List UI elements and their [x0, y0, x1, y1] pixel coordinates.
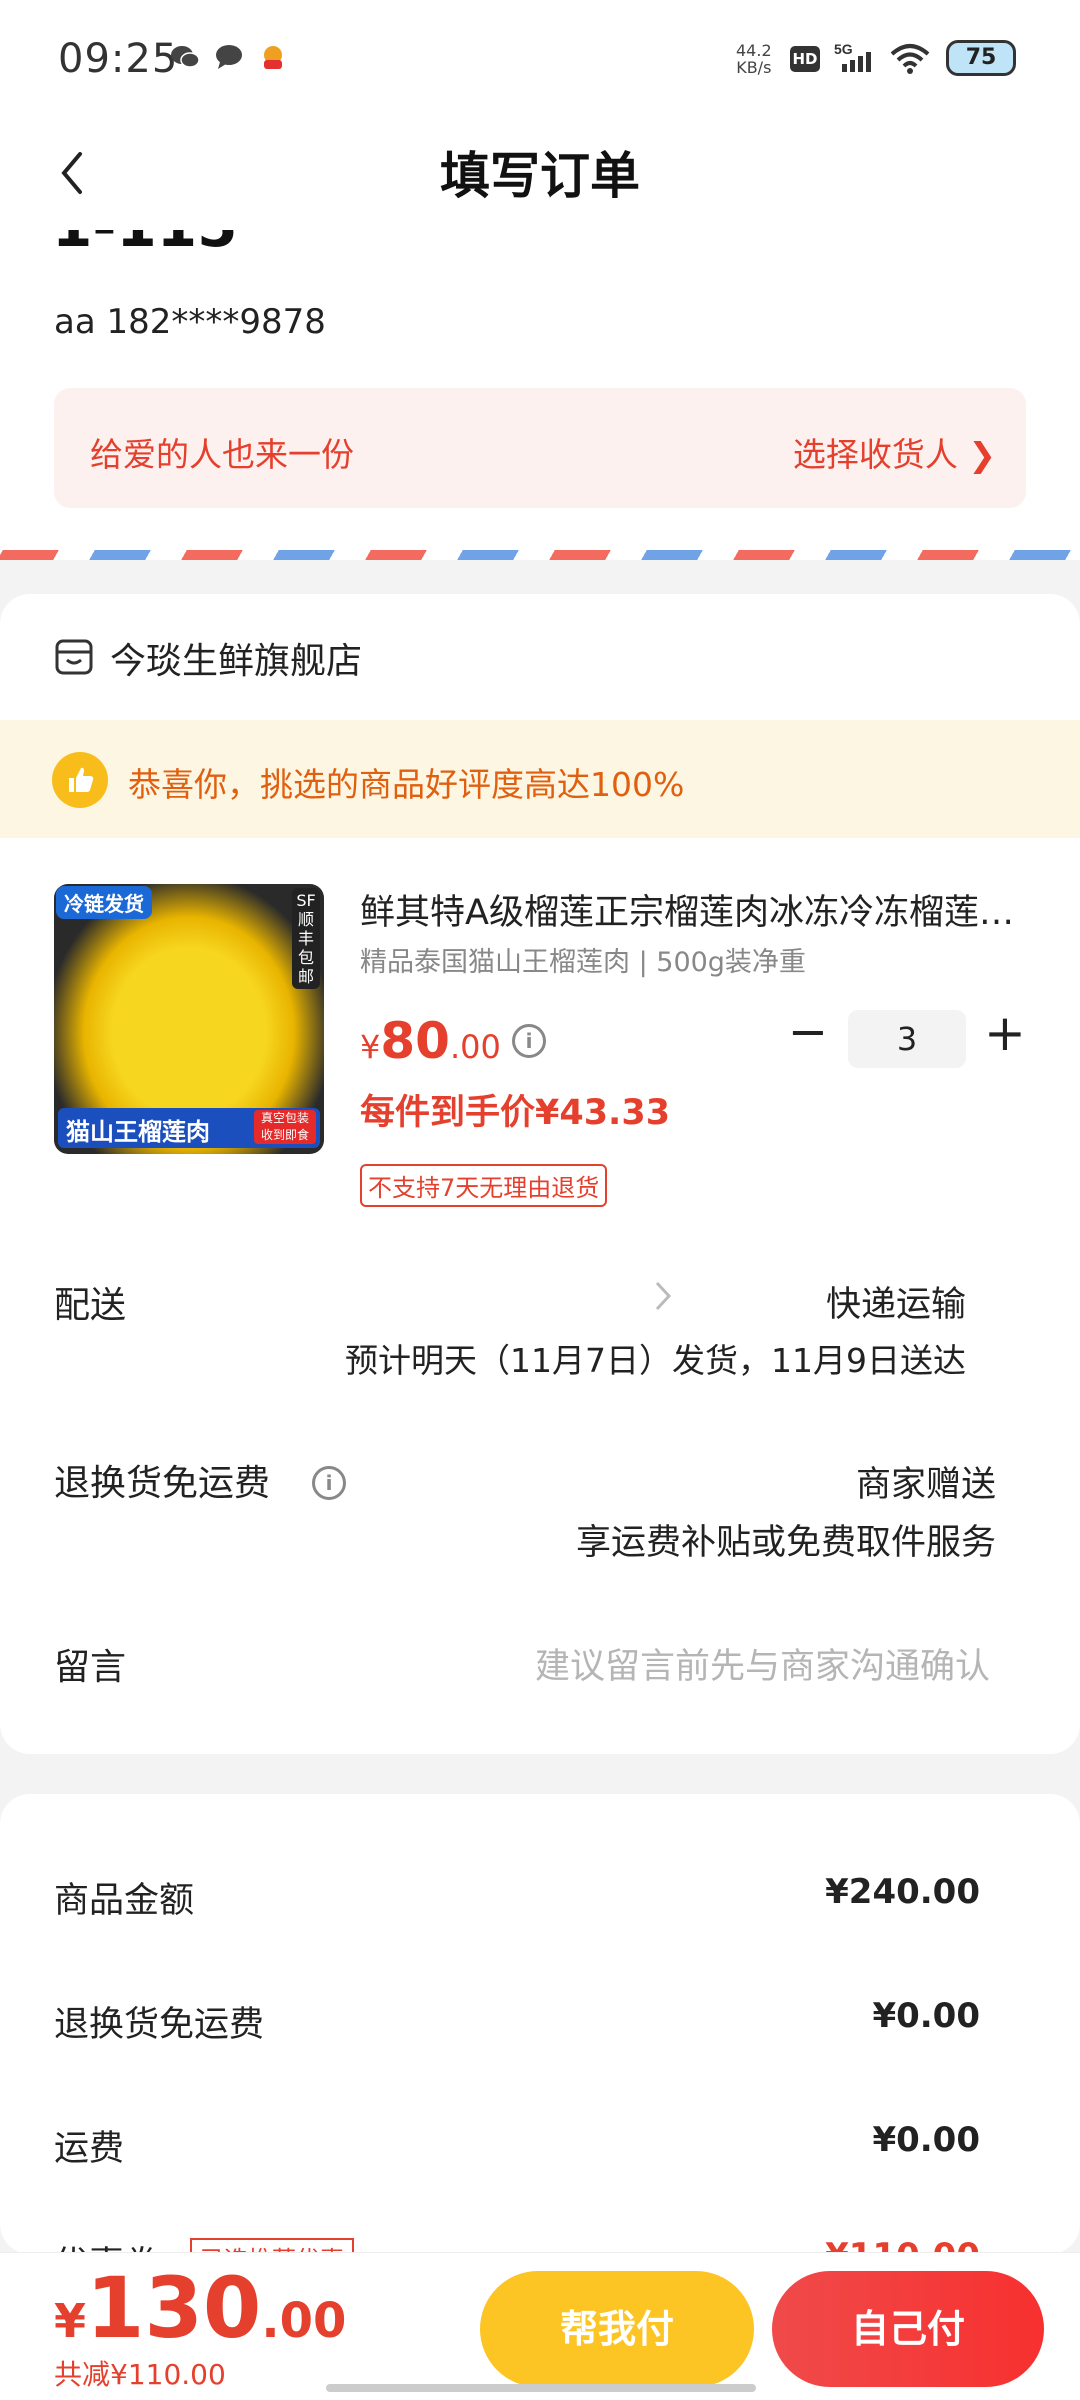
quantity-increase-button[interactable]: +	[982, 1008, 1028, 1060]
no-return-badge: 不支持7天无理由退货	[360, 1164, 608, 1207]
signal-icon: 5G	[834, 41, 871, 72]
price-summary-card: 商品金额 ¥240.00 退换货免运费 ¥0.00 运费 ¥0.00 优惠券 已…	[0, 1794, 1080, 2254]
shop-name[interactable]: 今琰生鲜旗舰店	[110, 632, 362, 684]
image-caption: 猫山王榴莲肉	[66, 1118, 210, 1146]
saved-amount: 共减¥110.00	[54, 2358, 226, 2391]
store-icon	[55, 639, 93, 675]
address-card[interactable]: 1-115 aa 182****9878 给爱的人也来一份 选择收货人 ❯	[0, 230, 1080, 560]
return-shipping-value: 商家赠送	[855, 1465, 996, 1505]
quantity-decrease-button[interactable]: −	[786, 1008, 830, 1056]
pay-myself-button[interactable]: 自己付	[772, 2271, 1044, 2387]
praise-text: 恭喜你，挑选的商品好评度高达100%	[128, 765, 685, 804]
gift-banner[interactable]: 给爱的人也来一份 选择收货人 ❯	[54, 388, 1026, 508]
choose-receiver-link[interactable]: 选择收货人 ❯	[793, 428, 996, 476]
return-info-icon[interactable]: i	[312, 1466, 346, 1500]
delivery-label: 配送	[54, 1285, 127, 1326]
hd-badge: HD	[790, 46, 820, 72]
page-header: 填写订单	[0, 120, 1080, 230]
image-caption-bar: 猫山王榴莲肉 真空包装 收到即食	[58, 1108, 320, 1148]
net-speed: 44.2 KB/s	[736, 41, 772, 77]
return-fee-value: ¥0.00	[872, 1996, 980, 2036]
goods-amount-value: ¥240.00	[825, 1872, 980, 1912]
order-page: 09:25 44.2 KB/s HD 5G 75 填写订单 aa 182****…	[0, 0, 1080, 2400]
battery-indicator: 75	[946, 40, 1016, 76]
freight-value: ¥0.00	[872, 2120, 980, 2160]
sf-tag: SF 顺丰包邮	[292, 888, 320, 989]
chat-bubble-icon	[216, 45, 242, 69]
delivery-estimate: 预计明天（11月7日）发货，11月9日送达	[345, 1341, 966, 1380]
message-input[interactable]: 建议留言前先与商家沟通确认	[535, 1638, 990, 1689]
total-price: ¥130.00	[54, 2259, 347, 2357]
return-shipping-desc: 享运费补贴或免费取件服务	[575, 1523, 996, 1563]
delivery-method[interactable]: 快递运输	[826, 1276, 966, 1327]
product-spec[interactable]: 精品泰国猫山王榴莲肉 | 500g装净重	[360, 940, 806, 979]
checkout-bar: ¥130.00 共减¥110.00 帮我付 自己付	[0, 2252, 1080, 2400]
gift-prompt: 给爱的人也来一份	[90, 435, 354, 474]
quantity-input[interactable]: 3	[848, 1010, 966, 1068]
return-fee-label: 退换货免运费	[54, 2005, 265, 2045]
product-title[interactable]: 鲜其特A级榴莲正宗榴莲肉冰冻冷冻榴莲果肉	[360, 884, 1020, 935]
delivery-chevron-icon[interactable]	[652, 1278, 674, 1314]
page-title: 填写订单	[440, 147, 640, 205]
image-caption-badge: 真空包装 收到即食	[254, 1110, 316, 1144]
cold-chain-tag: 冷链发货	[56, 886, 152, 919]
contact-info: aa 182****9878	[54, 302, 326, 342]
freight-label: 运费	[54, 2129, 125, 2169]
return-shipping-label: 退换货免运费	[54, 1463, 271, 1504]
app-notification-icon	[264, 46, 282, 69]
address-line: 1-115	[52, 230, 238, 260]
unit-price: 每件到手价¥43.33	[360, 1093, 671, 1133]
goods-amount-label: 商品金额	[54, 1881, 195, 1921]
help-me-pay-button[interactable]: 帮我付	[480, 2271, 754, 2387]
wifi-icon	[890, 44, 930, 74]
product-image[interactable]: 冷链发货 SF 顺丰包邮 猫山王榴莲肉 真空包装 收到即食	[54, 884, 324, 1154]
home-indicator[interactable]	[326, 2384, 756, 2392]
praise-banner: 恭喜你，挑选的商品好评度高达100%	[0, 720, 1080, 838]
message-label: 留言	[54, 1647, 127, 1688]
airmail-divider	[0, 550, 1080, 560]
svg-text:5G: 5G	[834, 41, 853, 57]
shop-card: 今琰生鲜旗舰店 恭喜你，挑选的商品好评度高达100% 冷链发货 SF 顺丰包邮 …	[0, 594, 1080, 1754]
product-price: ¥80.00	[360, 1012, 501, 1070]
status-time: 09:25	[58, 36, 179, 82]
status-bar: 09:25 44.2 KB/s HD 5G 75	[0, 0, 1080, 120]
thumbs-up-icon	[52, 752, 108, 808]
price-info-icon[interactable]: i	[512, 1024, 546, 1058]
wechat-icon	[171, 46, 200, 68]
